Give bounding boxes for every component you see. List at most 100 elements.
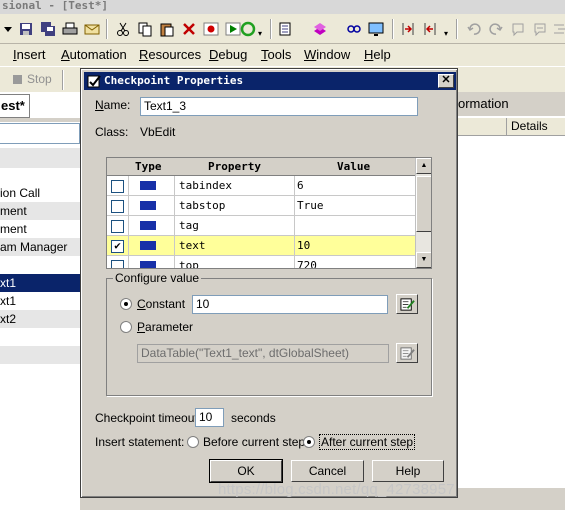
insert-step-icon[interactable] — [278, 21, 294, 37]
stop-button-label[interactable]: Stop — [27, 72, 52, 86]
save-all-icon[interactable] — [40, 21, 56, 37]
envelope-icon[interactable] — [84, 21, 100, 37]
cancel-button[interactable]: Cancel — [291, 460, 364, 482]
run-icon[interactable] — [225, 21, 241, 37]
step-into-icon[interactable] — [400, 21, 416, 37]
list-item[interactable]: xt2 — [0, 310, 80, 328]
column-details[interactable]: Details — [506, 118, 548, 136]
toolbar-overflow-icon[interactable]: ▾ — [444, 30, 450, 40]
object-repository-icon[interactable] — [312, 21, 328, 37]
list-item[interactable]: ion Call — [0, 184, 80, 202]
step-out-icon[interactable] — [422, 21, 438, 37]
toolbar-overflow-icon[interactable]: ▾ — [258, 30, 264, 40]
paste-icon[interactable] — [159, 21, 175, 37]
dialog-title: Checkpoint Properties — [104, 74, 244, 87]
delete-icon[interactable] — [181, 21, 197, 37]
scroll-down-icon[interactable]: ▼ — [416, 252, 431, 268]
toolbar-separator — [270, 19, 272, 39]
list-item[interactable] — [0, 328, 80, 346]
value-cell: True — [297, 199, 324, 212]
refresh-icon[interactable] — [240, 21, 256, 37]
menu-insert[interactable]: Insert — [13, 47, 46, 63]
list-item[interactable]: ment — [0, 202, 80, 220]
row-checkbox[interactable]: ✔ — [111, 240, 124, 253]
status-strip — [458, 488, 565, 510]
table-row[interactable]: tabindex 6 — [107, 176, 415, 196]
stop-icon[interactable] — [13, 75, 22, 84]
cut-icon[interactable] — [115, 21, 131, 37]
dialog-title-bar[interactable]: Checkpoint Properties ✕ — [84, 72, 456, 90]
constant-label[interactable]: Constant — [137, 297, 185, 311]
abc-type-icon — [140, 261, 156, 268]
table-row[interactable]: tabstop True — [107, 196, 415, 216]
scroll-up-icon[interactable]: ▲ — [416, 158, 431, 174]
abc-type-icon — [140, 201, 156, 210]
undo-icon[interactable] — [466, 21, 482, 37]
column-property[interactable]: Property — [208, 158, 261, 175]
column-type[interactable]: Type — [135, 158, 162, 175]
close-button[interactable]: ✕ — [438, 74, 454, 88]
column-value[interactable]: Value — [337, 158, 370, 175]
menu-automation[interactable]: Automation — [61, 47, 127, 63]
after-step-radio[interactable] — [303, 436, 315, 448]
value-cell: 720 — [297, 259, 317, 269]
before-step-radio[interactable] — [187, 436, 199, 448]
row-checkbox[interactable] — [111, 200, 124, 213]
property-cell: text — [179, 239, 206, 252]
name-label: Name: — [95, 98, 131, 112]
tab-test[interactable]: est* — [0, 94, 30, 118]
grid-header: Type Property Value — [107, 158, 415, 176]
scroll-thumb[interactable] — [416, 176, 431, 232]
menu-help[interactable]: Help — [364, 47, 391, 63]
comment-icon[interactable] — [510, 21, 526, 37]
grid-divider — [294, 176, 295, 268]
name-field[interactable]: Text1_3 — [140, 97, 418, 116]
table-row[interactable]: ✔ text 10 — [107, 236, 415, 256]
menu-debug[interactable]: Debug — [209, 47, 247, 63]
panel-search-input[interactable] — [0, 123, 80, 144]
row-checkbox[interactable] — [111, 220, 124, 233]
redo-icon[interactable] — [488, 21, 504, 37]
after-step-label[interactable]: After current step — [319, 434, 416, 450]
edit-constant-button[interactable] — [396, 294, 418, 314]
row-checkbox[interactable] — [111, 260, 124, 268]
indent-icon[interactable] — [552, 21, 565, 37]
parameter-label[interactable]: Parameter — [137, 320, 193, 334]
list-item[interactable] — [0, 346, 80, 364]
dropdown-arrow-icon[interactable] — [2, 21, 18, 37]
help-button[interactable]: Help — [372, 460, 444, 482]
menu-bar: Insert Automation Resources Debug Tools … — [0, 44, 565, 66]
active-screen-icon[interactable] — [368, 21, 384, 37]
constant-radio[interactable] — [120, 298, 132, 310]
before-step-label[interactable]: Before current step — [203, 435, 305, 449]
list-item-selected[interactable]: xt1 — [0, 274, 80, 292]
list-item[interactable]: ment — [0, 220, 80, 238]
copy-icon[interactable] — [137, 21, 153, 37]
watermark: https://blog.csdn.net/qq_42738957 — [218, 481, 455, 498]
toolbar-separator — [106, 19, 108, 39]
checkpoint-timeout-field[interactable]: 10 — [195, 408, 224, 427]
information-columns: Details — [458, 118, 565, 136]
parameter-radio[interactable] — [120, 321, 132, 333]
constant-value-field[interactable]: 10 — [192, 295, 388, 314]
grid-divider — [128, 176, 129, 268]
uncomment-icon[interactable] — [532, 21, 548, 37]
row-checkbox[interactable] — [111, 180, 124, 193]
print-icon[interactable] — [62, 21, 78, 37]
table-row[interactable]: top 720 — [107, 256, 415, 269]
object-spy-icon[interactable] — [346, 21, 362, 37]
list-item[interactable]: xt1 — [0, 292, 80, 310]
save-icon[interactable] — [18, 21, 34, 37]
list-item[interactable] — [0, 256, 80, 274]
menu-tools[interactable]: Tools — [261, 47, 291, 63]
table-row[interactable]: tag — [107, 216, 415, 236]
list-item[interactable] — [0, 148, 80, 168]
list-item[interactable]: am Manager — [0, 238, 80, 256]
grid-scrollbar[interactable]: ▲ ▼ — [415, 158, 431, 268]
record-icon[interactable] — [203, 21, 219, 37]
toolbar-separator — [456, 19, 458, 39]
ok-button[interactable]: OK — [209, 459, 283, 483]
menu-resources[interactable]: Resources — [139, 47, 201, 63]
menu-window[interactable]: Window — [304, 47, 350, 63]
checkpoint-icon — [87, 75, 101, 88]
